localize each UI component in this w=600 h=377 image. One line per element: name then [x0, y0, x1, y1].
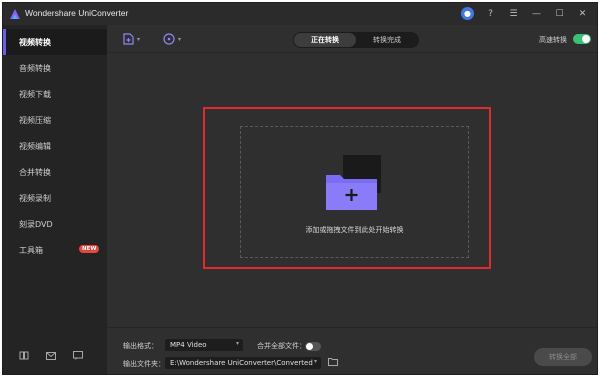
mail-icon[interactable] [44, 349, 57, 362]
user-account-icon[interactable]: ● [461, 7, 474, 20]
sidebar-item-label: 视频编辑 [19, 141, 51, 151]
sidebar-item-screen-record[interactable]: 视频录制 [3, 185, 107, 211]
tab-converting[interactable]: 正在转换 [294, 33, 356, 47]
app-window: Wondershare UniConverter ● ? ☰ — ☐ ✕ 视频转… [2, 2, 598, 375]
app-logo-icon [10, 9, 20, 19]
tab-finished[interactable]: 转换完成 [356, 33, 418, 47]
sidebar: 视频转换 音频转换 视频下载 视频压缩 视频编辑 合并转换 视频录制 刻录DVD… [3, 25, 107, 374]
toolbar: ▾ ▾ 正在转换 转换完成 高速转换 [107, 25, 597, 53]
high-speed-toggle[interactable] [573, 34, 591, 44]
output-format-value: MP4 Video [170, 341, 207, 349]
maximize-icon[interactable]: ☐ [553, 7, 566, 20]
sidebar-item-video-compress[interactable]: 视频压缩 [3, 107, 107, 133]
sidebar-item-label: 工具箱 [19, 245, 43, 255]
sidebar-item-label: 视频录制 [19, 193, 51, 203]
feedback-icon[interactable] [71, 349, 84, 362]
add-folder-icon[interactable] [323, 155, 381, 211]
disc-add-icon [163, 33, 175, 45]
output-folder-path: E:\Wondershare UniConverter\Converted [170, 359, 313, 367]
status-tabs: 正在转换 转换完成 [293, 32, 419, 48]
footer-bar: 输出格式： MP4 Video ▾ 合并全部文件： 输出文件夹： E:\Wond… [107, 327, 597, 374]
output-folder-label: 输出文件夹： [123, 360, 165, 368]
window-title: Wondershare UniConverter [25, 8, 129, 18]
guide-book-icon[interactable] [17, 349, 30, 362]
chevron-down-icon: ▾ [313, 358, 317, 365]
chevron-down-icon: ▾ [235, 340, 239, 347]
output-folder-select[interactable]: E:\Wondershare UniConverter\Converted ▾ [165, 357, 321, 369]
sidebar-item-video-download[interactable]: 视频下载 [3, 81, 107, 107]
add-file-icon [123, 33, 134, 45]
merge-all-toggle[interactable] [305, 342, 321, 351]
load-dvd-button[interactable]: ▾ [163, 33, 181, 45]
output-format-label: 输出格式： [123, 342, 158, 350]
sidebar-item-label: 视频压缩 [19, 115, 51, 125]
sidebar-item-burn-dvd[interactable]: 刻录DVD [3, 211, 107, 237]
sidebar-item-toolbox[interactable]: 工具箱 NEW [3, 237, 107, 263]
start-all-button[interactable]: 转换全部 [534, 348, 592, 366]
add-files-button[interactable]: ▾ [123, 33, 140, 45]
chevron-down-icon: ▾ [137, 35, 141, 43]
output-format-select[interactable]: MP4 Video ▾ [165, 339, 243, 351]
sidebar-item-merge[interactable]: 合并转换 [3, 159, 107, 185]
sidebar-item-label: 视频下载 [19, 89, 51, 99]
sidebar-item-label: 视频转换 [19, 37, 51, 47]
drop-hint-text: 添加或拖拽文件到此处开始转换 [305, 226, 404, 234]
sidebar-item-audio-convert[interactable]: 音频转换 [3, 55, 107, 81]
open-folder-icon[interactable] [328, 358, 338, 368]
sidebar-item-label: 合并转换 [19, 167, 51, 177]
menu-icon[interactable]: ☰ [507, 7, 520, 20]
merge-all-label: 合并全部文件： [257, 342, 306, 350]
sidebar-item-label: 刻录DVD [19, 219, 53, 229]
title-bar: Wondershare UniConverter ● ? ☰ — ☐ ✕ [3, 3, 597, 25]
sidebar-item-label: 音频转换 [19, 63, 51, 73]
high-speed-label: 高速转换 [539, 36, 567, 44]
close-icon[interactable]: ✕ [576, 7, 589, 20]
help-icon[interactable]: ? [484, 7, 497, 20]
sidebar-item-video-edit[interactable]: 视频编辑 [3, 133, 107, 159]
main-panel: ▾ ▾ 正在转换 转换完成 高速转换 添加或拖拽文件到此处开始转换 输出格式： … [107, 25, 597, 374]
sidebar-item-video-convert[interactable]: 视频转换 [3, 29, 107, 55]
chevron-down-icon: ▾ [178, 35, 182, 43]
minimize-icon[interactable]: — [530, 7, 543, 20]
new-badge: NEW [79, 245, 100, 253]
